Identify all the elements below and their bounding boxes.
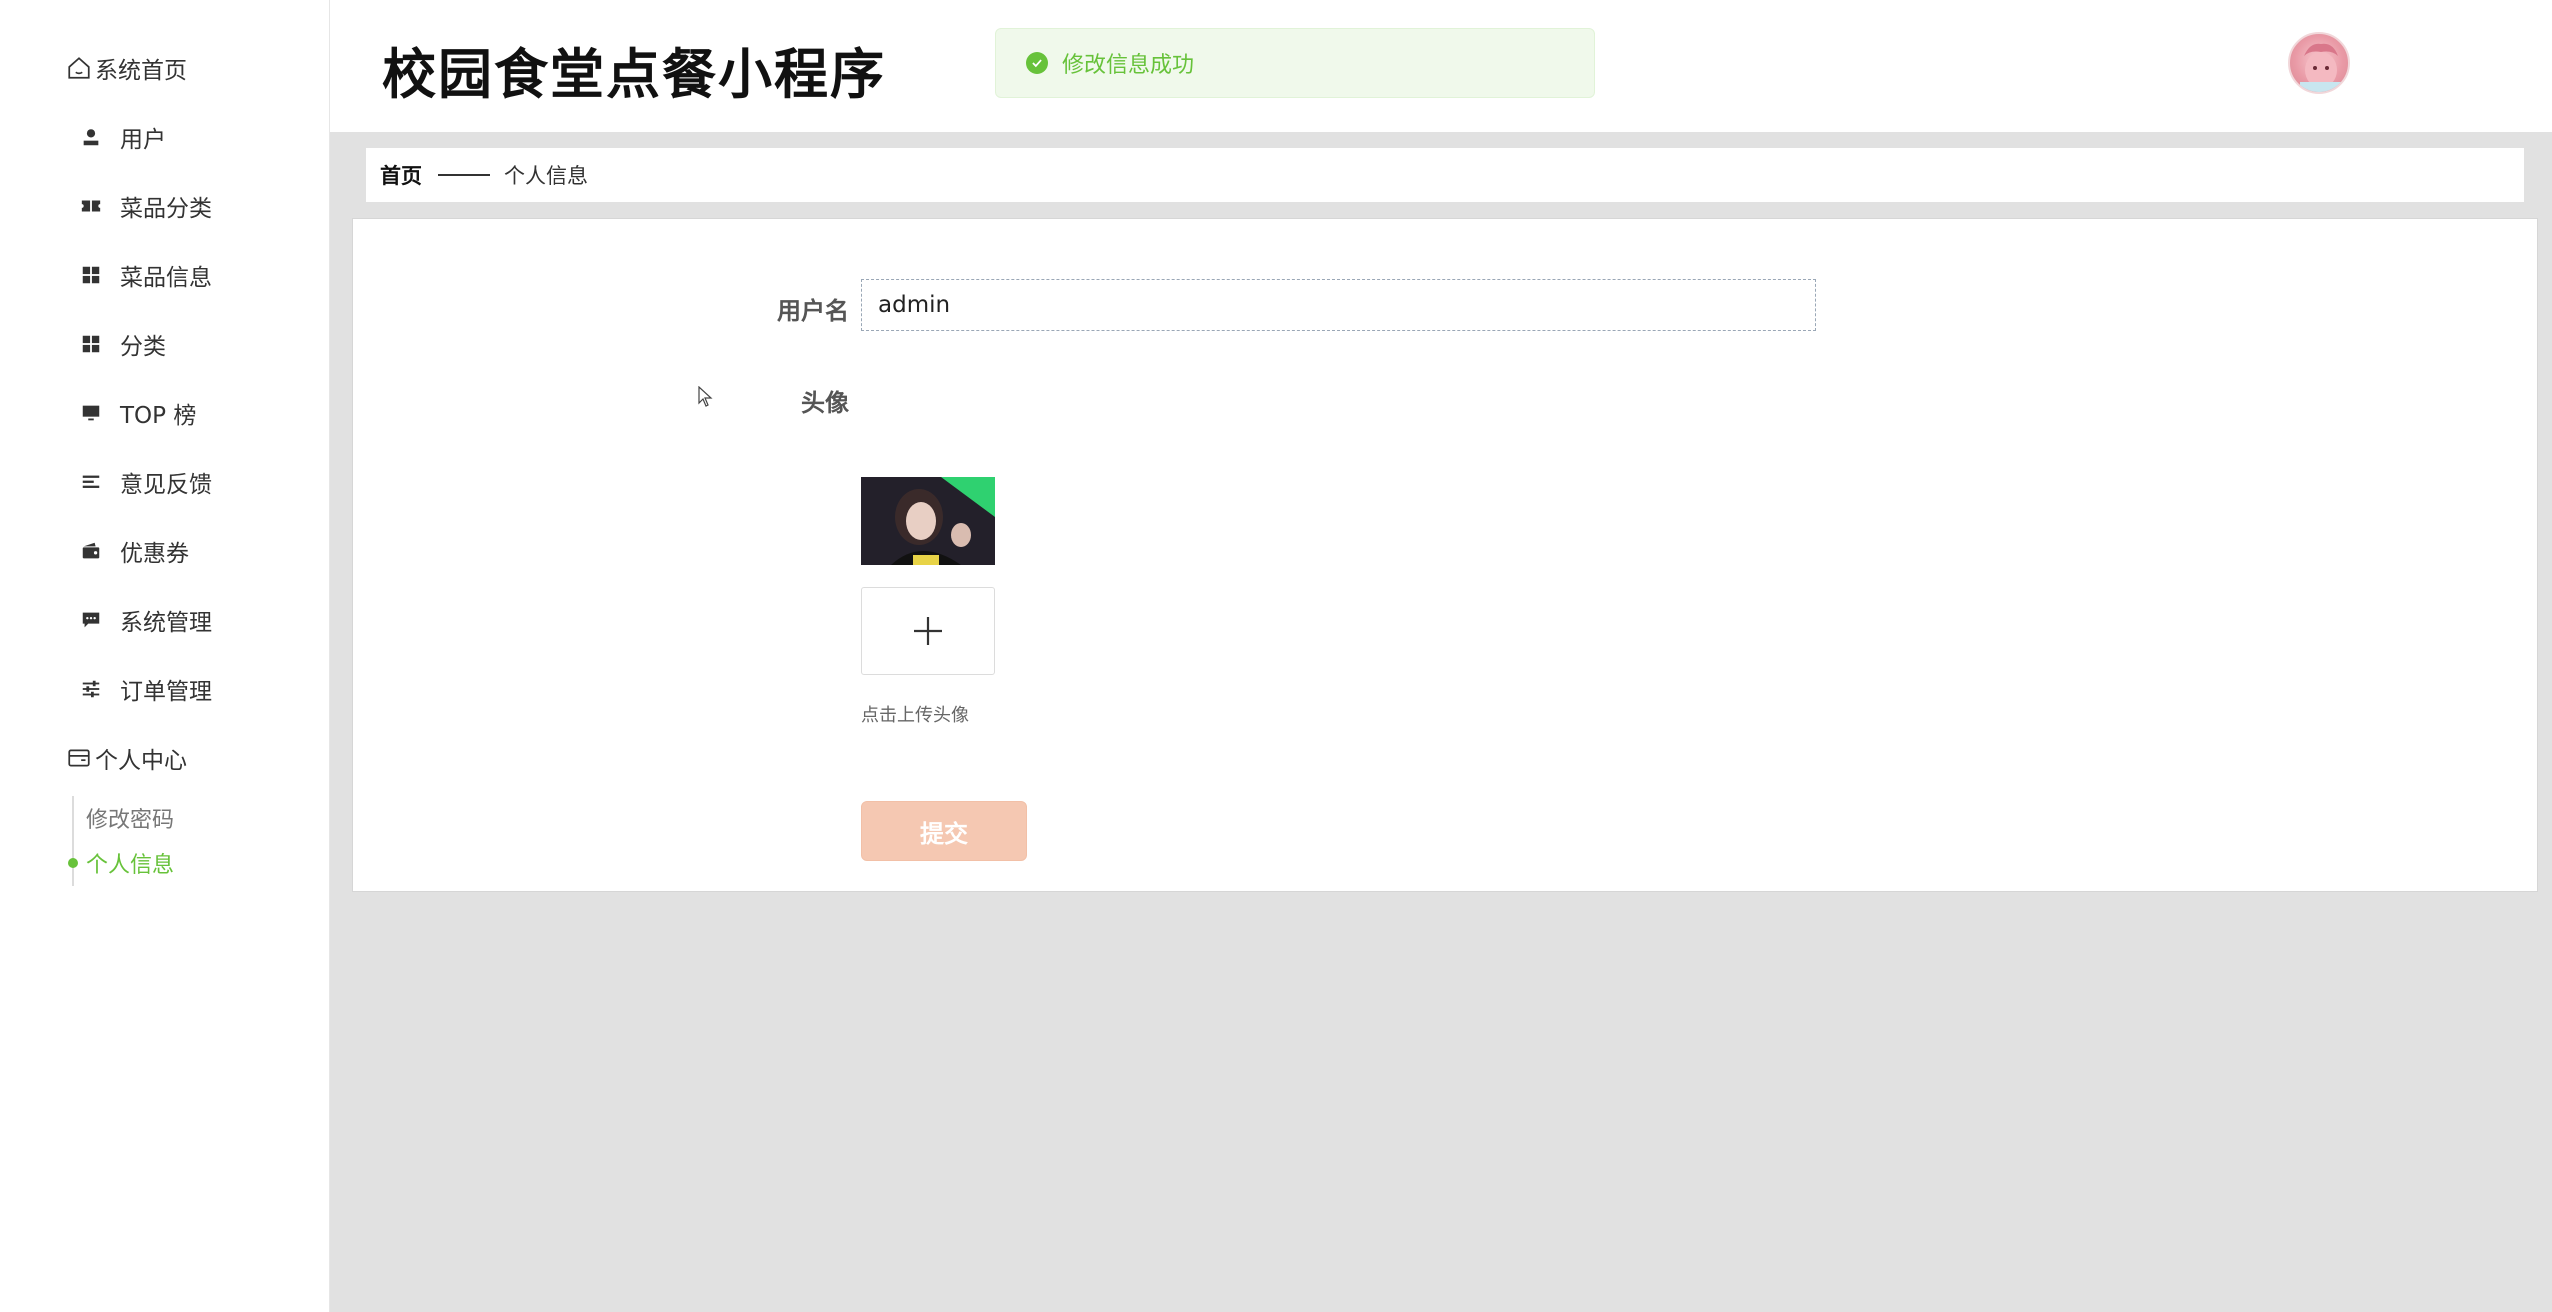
sidebar-subitem-change-password[interactable]: 修改密码 xyxy=(86,800,174,836)
sidebar-item-dish-info[interactable]: 菜品信息 xyxy=(78,253,212,297)
chat-icon xyxy=(78,607,104,633)
sidebar-item-top-rank[interactable]: TOP 榜 xyxy=(78,391,196,435)
sidebar-item-coupon[interactable]: 优惠券 xyxy=(78,529,189,573)
app-title: 校园食堂点餐小程序 xyxy=(382,43,886,106)
home-icon xyxy=(68,57,90,79)
avatar-preview-image xyxy=(861,477,995,565)
check-circle-icon xyxy=(1026,52,1048,74)
toast-message: 修改信息成功 xyxy=(1062,53,1195,78)
sidebar-item-home[interactable]: 系统首页 xyxy=(66,46,187,90)
sidebar-item-dish-category[interactable]: 菜品分类 xyxy=(78,184,212,228)
submit-button[interactable]: 提交 xyxy=(861,801,1027,861)
active-dot xyxy=(68,858,78,868)
sidebar-item-system[interactable]: 系统管理 xyxy=(78,598,212,642)
sidebar-subitem-personal-info[interactable]: 个人信息 xyxy=(86,845,174,881)
sidebar-item-label: 菜品信息 xyxy=(120,265,212,291)
sidebar-item-label: 用户 xyxy=(120,127,166,153)
sidebar-item-label: 意见反馈 xyxy=(120,472,212,498)
upload-hint: 点击上传头像 xyxy=(861,705,969,726)
card-icon xyxy=(68,749,90,767)
sidebar-home-label: 系统首页 xyxy=(95,58,187,84)
username-label: 用户名 xyxy=(777,297,849,325)
sidebar-item-label: 订单管理 xyxy=(120,679,212,705)
sidebar-item-label: 菜品分类 xyxy=(120,196,212,222)
success-toast: 修改信息成功 xyxy=(995,28,1595,98)
ticket-icon xyxy=(78,193,104,219)
sidebar-item-label: 系统管理 xyxy=(120,610,212,636)
sidebar-item-label: TOP 榜 xyxy=(120,403,197,429)
profile-form-panel: 用户名 admin 头像 点击上传头像 提交 xyxy=(352,218,2538,892)
wallet-icon xyxy=(78,538,104,564)
breadcrumb-home[interactable]: 首页 xyxy=(380,160,422,190)
breadcrumb-current: 个人信息 xyxy=(504,164,588,188)
monitor-icon xyxy=(78,400,104,426)
top-header: 校园食堂点餐小程序 修改信息成功 xyxy=(330,0,2552,132)
sidebar-item-category[interactable]: 分类 xyxy=(78,322,166,366)
grid-icon xyxy=(78,331,104,357)
grid-icon xyxy=(78,262,104,288)
user-icon xyxy=(78,124,104,150)
list-icon xyxy=(78,469,104,495)
sidebar-item-label: 优惠券 xyxy=(120,541,189,567)
avatar-upload-button[interactable] xyxy=(861,587,995,675)
mouse-cursor-icon xyxy=(698,386,713,407)
breadcrumb: 首页 个人信息 xyxy=(366,148,2524,202)
sidebar-personal-center-label: 个人中心 xyxy=(95,748,187,774)
submenu-line xyxy=(72,796,74,886)
sidebar-item-feedback[interactable]: 意见反馈 xyxy=(78,460,212,504)
plus-icon xyxy=(914,617,942,645)
sidebar-item-user[interactable]: 用户 xyxy=(78,115,166,159)
user-avatar[interactable] xyxy=(2288,32,2350,94)
breadcrumb-separator xyxy=(438,174,490,176)
sidebar-item-personal-center[interactable]: 个人中心 xyxy=(66,736,187,780)
username-input[interactable]: admin xyxy=(861,279,1816,331)
sidebar-item-label: 分类 xyxy=(120,334,166,360)
sidebar: 系统首页 用户 菜品分类 菜品信息 分类 TOP 榜 意见反馈 优惠券 系统管理… xyxy=(0,0,330,1312)
sliders-icon xyxy=(78,676,104,702)
sidebar-item-orders[interactable]: 订单管理 xyxy=(78,667,212,711)
